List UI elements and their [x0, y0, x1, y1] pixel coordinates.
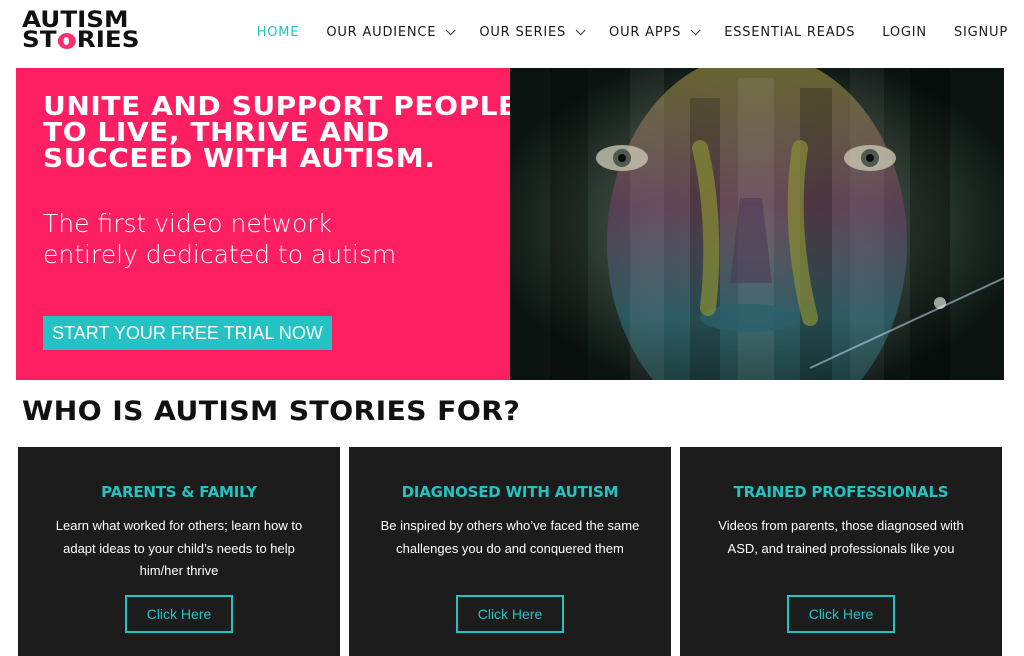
nav-item-label: OUR SERIES — [479, 24, 567, 40]
nav-item-our-series[interactable]: OUR SERIES — [479, 24, 586, 40]
nav-item-label: OUR AUDIENCE — [326, 24, 437, 40]
audience-section-title: WHO IS AUTISM STORIES FOR? — [22, 396, 521, 427]
audience-cards: PARENTS & FAMILY Learn what worked for o… — [18, 447, 1003, 656]
nav-item-our-audience[interactable]: OUR AUDIENCE — [326, 24, 456, 40]
hero-banner: Unite and support people to live, thrive… — [16, 68, 1004, 380]
logo-text-st: ST — [22, 28, 57, 53]
diagnosed-click-here-button[interactable]: Click Here — [456, 595, 564, 633]
professionals-click-here-button[interactable]: Click Here — [787, 595, 895, 633]
card-title: PARENTS & FAMILY — [101, 483, 257, 501]
nav-item-our-apps[interactable]: OUR APPS — [609, 24, 701, 40]
audience-card-parents: PARENTS & FAMILY Learn what worked for o… — [18, 447, 340, 656]
card-description: Videos from parents, those diagnosed wit… — [718, 518, 964, 556]
audience-card-professionals: TRAINED PROFESSIONALS Videos from parent… — [680, 447, 1002, 656]
nav-item-home[interactable]: HOME — [257, 25, 300, 40]
nav-item-signup[interactable]: SIGNUP — [954, 25, 1008, 40]
hero-face-image — [510, 68, 1004, 380]
start-free-trial-button[interactable]: START YOUR FREE TRIAL NOW — [43, 316, 332, 350]
card-description: Learn what worked for others; learn how … — [55, 518, 303, 578]
autism-stories-logo[interactable]: AUTISM ST RIES — [22, 10, 152, 55]
chevron-down-icon — [690, 24, 701, 35]
site-header: AUTISM ST RIES HOME OUR AUDIENCE OUR SER… — [0, 0, 1024, 64]
hero-headline: Unite and support people to live, thrive… — [43, 92, 518, 174]
hero-text-panel: Unite and support people to live, thrive… — [16, 68, 517, 380]
chevron-down-icon — [575, 24, 586, 35]
nav-item-label: HOME — [256, 24, 300, 40]
parents-click-here-button[interactable]: Click Here — [125, 595, 233, 633]
logo-o-mark-icon — [57, 33, 76, 49]
main-navigation: HOME OUR AUDIENCE OUR SERIES OUR APPS ES… — [230, 0, 1008, 64]
nav-item-label: ESSENTIAL READS — [724, 24, 856, 40]
nav-item-label: OUR APPS — [609, 24, 682, 40]
logo-text-line2: ST RIES — [22, 28, 168, 53]
hero-subheadline: The first video network entirely dedicat… — [43, 209, 397, 269]
card-description: Be inspired by others who’ve faced the s… — [380, 518, 640, 556]
painted-face-illustration — [510, 68, 1004, 380]
nav-item-label: SIGNUP — [953, 24, 1008, 40]
card-title: DIAGNOSED WITH AUTISM — [401, 483, 619, 501]
logo-text-ries: RIES — [76, 28, 140, 53]
chevron-down-icon — [445, 24, 456, 35]
audience-card-diagnosed: DIAGNOSED WITH AUTISM Be inspired by oth… — [349, 447, 671, 656]
nav-item-essential-reads[interactable]: ESSENTIAL READS — [724, 25, 855, 40]
nav-item-login[interactable]: LOGIN — [882, 25, 927, 40]
nav-item-label: LOGIN — [882, 24, 927, 40]
card-title: TRAINED PROFESSIONALS — [733, 483, 949, 501]
